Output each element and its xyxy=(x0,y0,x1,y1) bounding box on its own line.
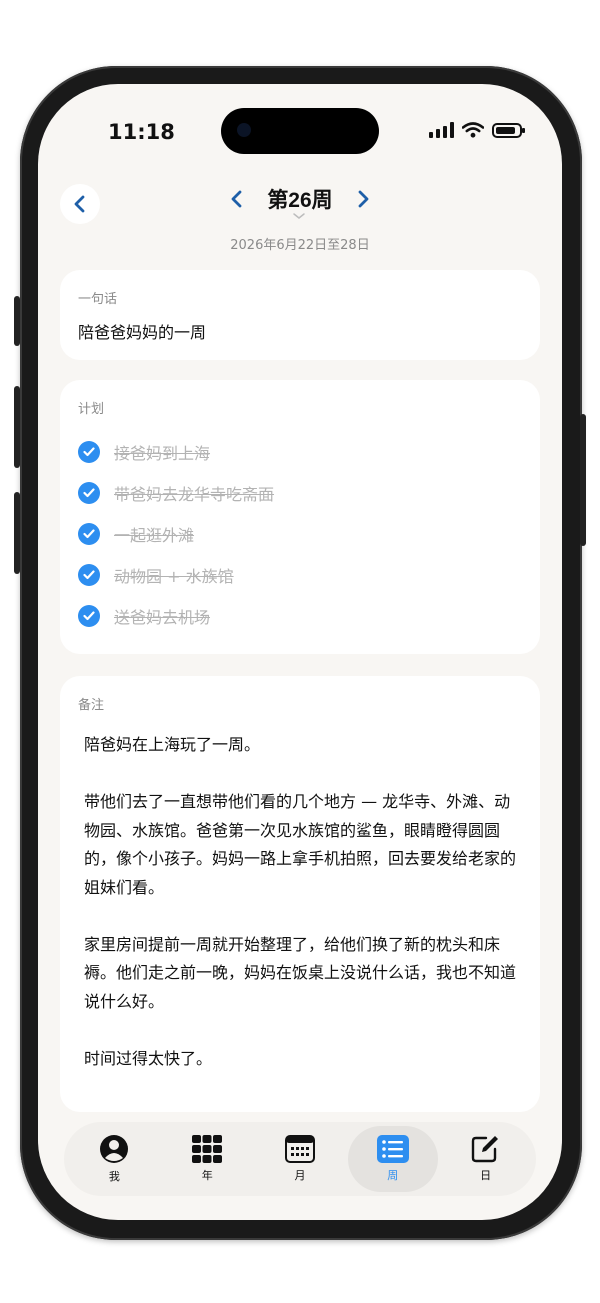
chevron-down-icon[interactable] xyxy=(292,212,306,220)
plan-list: 接爸妈到上海 带爸妈去龙华寺吃斋面 一起逛外滩 动物园 + 水族馆 送爸妈去机场 xyxy=(78,431,522,636)
chevron-left-icon xyxy=(231,190,242,208)
calendar-icon xyxy=(284,1135,315,1163)
battery-icon xyxy=(492,122,525,138)
plan-item-text: 送爸妈去机场 xyxy=(114,607,211,627)
sentence-label: 一句话 xyxy=(78,292,118,307)
edit-icon xyxy=(471,1136,498,1163)
grid-icon xyxy=(192,1135,223,1163)
tab-bar: 我 年 月 周 日 xyxy=(64,1122,536,1196)
plan-item-text: 接爸妈到上海 xyxy=(114,443,211,463)
signal-icon xyxy=(429,122,454,138)
camera-dot xyxy=(237,123,251,137)
checkmark-icon[interactable] xyxy=(78,604,100,627)
tab-me[interactable]: 我 xyxy=(69,1126,159,1192)
battery-fill xyxy=(496,126,515,134)
plan-item[interactable]: 接爸妈到上海 xyxy=(78,431,522,472)
chevron-right-icon xyxy=(358,190,369,208)
checkmark-icon[interactable] xyxy=(78,440,100,463)
plan-item-text: 动物园 + 水族馆 xyxy=(114,566,234,586)
checkmark-icon[interactable] xyxy=(78,522,100,545)
tab-label: 周 xyxy=(387,1169,399,1182)
plan-item[interactable]: 带爸妈去龙华寺吃斋面 xyxy=(78,472,522,513)
tab-week[interactable]: 周 xyxy=(347,1126,438,1192)
plan-item[interactable]: 送爸妈去机场 xyxy=(78,595,522,636)
volume-down-button xyxy=(14,492,20,574)
week-navigator: 第26周 xyxy=(38,184,562,214)
tab-month[interactable]: 月 xyxy=(255,1126,345,1192)
checkmark-icon[interactable] xyxy=(78,563,100,586)
person-icon xyxy=(100,1135,129,1163)
checkmark-icon[interactable] xyxy=(78,481,100,504)
week-title[interactable]: 第26周 xyxy=(267,184,332,214)
date-range: 2026年6月22日至28日 xyxy=(230,238,370,253)
volume-up-button xyxy=(14,386,20,468)
tab-label: 月 xyxy=(294,1169,306,1182)
notes-paragraph: 陪爸妈在上海玩了一周。 xyxy=(84,735,261,754)
plan-item[interactable]: 动物园 + 水族馆 xyxy=(78,554,522,595)
dynamic-island xyxy=(221,108,379,154)
tab-label: 我 xyxy=(108,1170,120,1183)
notes-paragraph: 家里房间提前一周就开始整理了，给他们换了新的枕头和床褥。他们走之前一晚，妈妈在饭… xyxy=(84,934,517,1011)
next-week-button[interactable] xyxy=(351,187,375,211)
sentence-text: 陪爸爸妈妈的一周 xyxy=(78,323,207,342)
action-button xyxy=(14,296,20,346)
list-icon xyxy=(376,1135,409,1163)
plan-item-text: 一起逛外滩 xyxy=(114,525,195,545)
notes-card[interactable]: 备注 陪爸妈在上海玩了一周。 带他们去了一直想带他们看的几个地方 — 龙华寺、外… xyxy=(60,676,540,1112)
notes-text[interactable]: 陪爸妈在上海玩了一周。 带他们去了一直想带他们看的几个地方 — 龙华寺、外滩、动… xyxy=(78,731,522,1073)
tab-label: 年 xyxy=(201,1169,213,1182)
plan-label: 计划 xyxy=(78,402,105,417)
status-time: 11:18 xyxy=(108,120,175,144)
plan-card: 计划 接爸妈到上海 带爸妈去龙华寺吃斋面 一起逛外滩 动物园 + 水族馆 送爸妈… xyxy=(60,380,540,654)
tab-day[interactable]: 日 xyxy=(441,1126,531,1192)
status-icons xyxy=(429,122,525,138)
notes-label: 备注 xyxy=(78,698,105,713)
wifi-icon xyxy=(462,122,484,138)
notes-paragraph: 带他们去了一直想带他们看的几个地方 — 龙华寺、外滩、动物园、水族馆。爸爸第一次… xyxy=(84,792,517,897)
notes-paragraph: 时间过得太快了。 xyxy=(84,1048,213,1068)
tab-label: 日 xyxy=(480,1169,492,1182)
sentence-card[interactable]: 一句话 陪爸爸妈妈的一周 xyxy=(60,270,540,360)
tab-year[interactable]: 年 xyxy=(162,1126,252,1192)
screen: 11:18 第26周 2026年6月22日至28日 一句话 陪爸爸妈妈的一周 计… xyxy=(38,84,562,1220)
plan-item-text: 带爸妈去龙华寺吃斋面 xyxy=(114,484,275,504)
prev-week-button[interactable] xyxy=(225,187,249,211)
plan-item[interactable]: 一起逛外滩 xyxy=(78,513,522,554)
power-button xyxy=(580,414,586,546)
